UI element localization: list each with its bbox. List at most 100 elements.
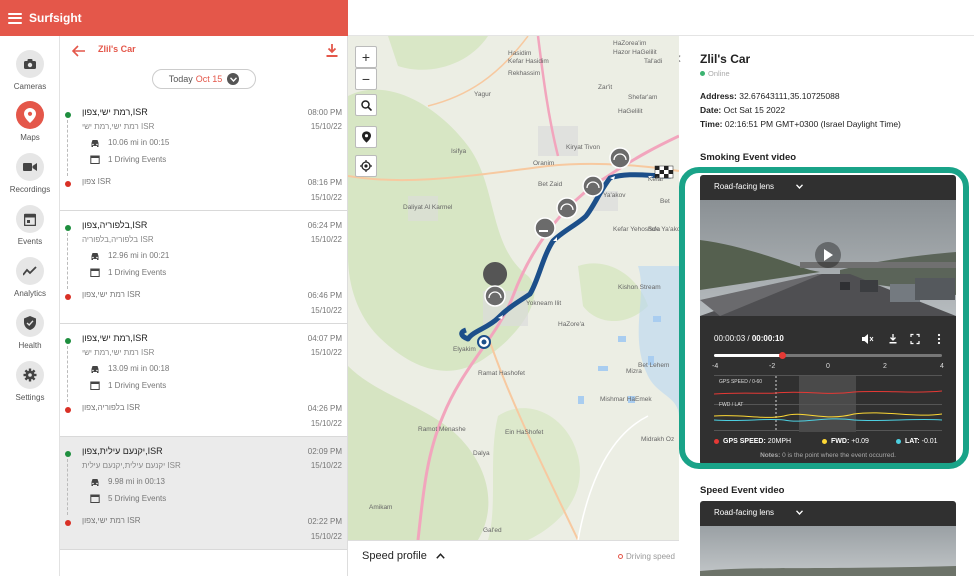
car-icon (91, 366, 99, 373)
map-place-label: Mishmar HaEmek (600, 396, 652, 403)
date-label: Date: (700, 105, 722, 115)
shield-check-icon (16, 309, 44, 337)
trip-start-place: רמת ישי,רמת ישי ISR (82, 348, 155, 357)
telemetry-axis: -4 -2 0 2 4 (700, 363, 956, 375)
gear-icon (16, 361, 44, 389)
map-place-label: Tal'adi (644, 58, 663, 65)
map-place-label: Bet (660, 198, 670, 205)
map-pin-icon (361, 131, 371, 143)
trip-item[interactable]: רמת ישי,צפון,ISR רמת ישי,רמת ישי ISR 04:07… (60, 324, 347, 437)
map-place-label: Shefar'am (628, 94, 658, 101)
seek-bar[interactable] (714, 352, 942, 359)
timeline-line (67, 459, 68, 515)
chevron-down-icon[interactable] (796, 510, 803, 515)
nav-label: Settings (15, 393, 45, 402)
speed-video-player[interactable]: Road-facing lens (700, 501, 956, 576)
trip-end-time: 02:22 PM (307, 517, 342, 526)
map-search-button[interactable] (355, 94, 377, 116)
legend-label: LAT: (905, 438, 920, 445)
map-pin-button[interactable] (355, 126, 377, 148)
legend-dot-icon (714, 438, 719, 444)
axis-tick-label: 0 (826, 363, 830, 370)
nav-item-recordings[interactable]: Recordings (0, 153, 60, 194)
trip-end-time: 08:16 PM (307, 178, 342, 187)
calendar-icon (90, 155, 100, 164)
telemetry-note: Notes: 0 is the point where the event oc… (700, 452, 956, 459)
back-arrow-icon[interactable] (72, 44, 86, 58)
end-dot (65, 181, 71, 187)
nav-item-events[interactable]: Events (0, 205, 60, 246)
map-place-label: Bet Lehem (638, 362, 670, 369)
note-text: 0 is the point where the event occurred. (782, 452, 896, 459)
speed-video-title: Speed Event video (700, 485, 785, 496)
trip-item[interactable]: רמת ישי,צפון,ISR רמת ישי,רמת ישי ISR 08:00… (60, 98, 347, 211)
car-icon (91, 140, 99, 147)
video-camera-icon (16, 153, 44, 181)
trip-start-place: רמת ישי,רמת ישי ISR (82, 122, 155, 131)
map-place-label: Hasidim (508, 50, 532, 57)
trip-end-date: 15/10/22 (310, 193, 342, 202)
trip-events: 5 Driving Events (108, 494, 167, 503)
zoom-out-button[interactable]: − (355, 68, 377, 90)
locate-button[interactable] (355, 155, 377, 177)
map-place-label: Midrakh Oz (641, 436, 675, 443)
telemetry-legend-item: LAT: -0.01 (896, 438, 938, 445)
end-dot (65, 407, 71, 413)
address-label: Address: (700, 91, 737, 101)
axis-tick-label: -2 (769, 363, 776, 370)
chevron-down-icon[interactable] (796, 184, 803, 189)
axis-tick-label: 4 (940, 363, 944, 370)
legend-value: +0.09 (851, 438, 869, 445)
close-icon[interactable]: ✕ (679, 52, 682, 66)
nav-item-cameras[interactable]: Cameras (0, 50, 60, 91)
crosshair-icon (360, 160, 372, 172)
nav-item-maps[interactable]: Maps (0, 101, 60, 142)
zoom-in-button[interactable]: + (355, 46, 377, 68)
calendar-icon (16, 205, 44, 233)
trip-end-time: 06:46 PM (307, 291, 342, 300)
lens-selector-label[interactable]: Road-facing lens (714, 508, 774, 517)
telemetry-lines (714, 376, 942, 432)
trip-start-date: 15/10/22 (310, 235, 342, 244)
seek-knob[interactable] (779, 352, 787, 359)
mute-icon (862, 334, 874, 344)
download-icon (889, 334, 897, 344)
map-view[interactable]: + − HaZorea'im Hazor HaGelilit Yagur Hasidi… (348, 36, 679, 540)
status-text: Online (708, 69, 730, 78)
telemetry-legend-item: GPS SPEED: 20MPH (714, 438, 791, 445)
trip-item[interactable]: בלפוריה,צפון,ISR בלפוריה,בלפוריה ISR 06:24… (60, 211, 347, 324)
status-badge: Online (700, 69, 730, 78)
download-icon[interactable] (326, 44, 338, 57)
video-frame (700, 200, 956, 316)
event-details-panel: ✕ Zlil's Car Online Address: 32.67643111… (679, 36, 974, 576)
trend-chart-icon (16, 257, 44, 285)
speed-profile-bar[interactable]: Speed profile Driving speed (348, 540, 679, 576)
trip-title: בלפוריה,צפון,ISR (82, 220, 148, 230)
trip-start-time: 08:00 PM (307, 108, 342, 117)
smoking-video-player[interactable]: Road-facing lens 00:00:03 / 00:00:10 -4 … (700, 175, 956, 465)
trip-distance: 13.09 mi in 00:18 (108, 364, 170, 373)
legend-dot-icon (822, 438, 827, 444)
map-place-label: Oranim (533, 160, 555, 167)
nav-item-analytics[interactable]: Analytics (0, 257, 60, 298)
chevron-up-icon[interactable] (436, 553, 445, 559)
map-place-label: HaZore'a (558, 321, 585, 328)
nav-rail: Cameras Maps Recordings Events Analytics (0, 36, 60, 576)
trip-start-date: 15/10/22 (310, 348, 342, 357)
lens-selector-label[interactable]: Road-facing lens (714, 182, 774, 191)
date-selector[interactable]: Today Oct 15 (152, 69, 256, 89)
menu-icon[interactable] (8, 12, 22, 24)
legend-marker-icon (618, 554, 623, 559)
map-place-label: Ein HaShofet (505, 429, 544, 436)
map-place-label: Ramat Hashofet (478, 370, 525, 377)
trip-end-date: 15/10/22 (310, 306, 342, 315)
time-row: Time: 02:16:51 PM GMT+0300 (Israel Dayli… (700, 119, 901, 129)
trip-item[interactable]: יקנעם עילית,צפון,ISR יקנעם עילית,יקנעם עי… (60, 437, 347, 550)
date-value: Oct Sat 15 2022 (723, 105, 786, 115)
nav-item-settings[interactable]: Settings (0, 361, 60, 402)
map-place-label: Ya'akov (603, 192, 626, 199)
time-label: Time: (700, 119, 723, 129)
car-icon (91, 253, 99, 260)
nav-item-health[interactable]: Health (0, 309, 60, 350)
trip-title: רמת ישי,צפון,ISR (82, 107, 148, 117)
